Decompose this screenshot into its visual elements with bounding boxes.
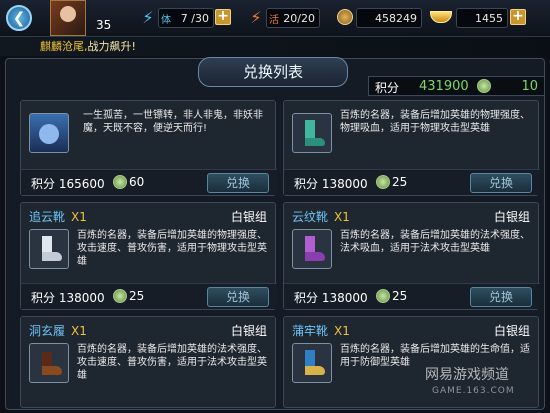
- item-group: 白银组: [230, 324, 267, 338]
- exchange-button[interactable]: 兑换: [470, 173, 532, 193]
- exchange-button[interactable]: 兑换: [207, 287, 269, 307]
- add-stamina-button[interactable]: +: [215, 9, 231, 25]
- green-boots-icon: [292, 113, 332, 153]
- exchange-card: 一生孤苦，一世镖转，非人非鬼，非妖非魔，天既不容，便逆天而行! 积分 16560…: [20, 100, 277, 196]
- lightning-stamina-icon: ⚡: [142, 7, 154, 27]
- energy-counter: 活 20/20: [266, 8, 320, 28]
- player-level: 35: [96, 18, 112, 32]
- blue-gold-boots-icon: [292, 343, 332, 383]
- add-ingots-button[interactable]: +: [510, 9, 526, 25]
- jade-value: 10: [521, 79, 538, 94]
- back-button[interactable]: ❮: [6, 5, 32, 31]
- jade-cost: 25: [392, 289, 408, 303]
- exchange-button[interactable]: 兑换: [470, 287, 532, 307]
- watermark-url: GAME.163.COM: [432, 386, 515, 396]
- cost-row: 积分 165600 60 兑换: [21, 169, 277, 195]
- exchange-card: 百炼的名器，装备后增加英雄的物理强度、物理吸血，适用于物理攻击型英雄 积分 13…: [283, 100, 540, 196]
- gold-ingot-icon: [428, 5, 454, 29]
- jade-icon: [477, 79, 491, 93]
- cost-label: 积分 138000: [294, 177, 368, 191]
- cost-row: 积分 138000 25 兑换: [284, 283, 540, 309]
- ingots-counter: 1455: [456, 8, 508, 28]
- stamina-counter: 体 7 /30: [158, 8, 214, 28]
- player-avatar[interactable]: [50, 0, 86, 36]
- lightning-energy-icon: ⚡: [250, 7, 262, 27]
- exchange-card: 云纹靴 X1 白银组 百炼的名器，装备后增加英雄的法术强度、法术吸血，适用于法术攻…: [283, 202, 540, 310]
- jade-icon: [113, 175, 127, 189]
- item-description: 百炼的名器，装备后增加英雄的法术强度、攻击速度、普攻伤害，适用于法术攻击型英雄: [77, 344, 267, 381]
- score-bar: 积分 431900 10: [368, 76, 545, 96]
- exchange-card: 洞玄履 X1 白银组 百炼的名器，装备后增加英雄的法术强度、攻击速度、普攻伤害，适…: [20, 316, 276, 408]
- cost-label: 积分 138000: [31, 291, 105, 305]
- exchange-button[interactable]: 兑换: [207, 173, 269, 193]
- coins-counter: 458249: [356, 8, 422, 28]
- blue-hair-hero-portrait: [29, 113, 69, 153]
- panel-title: 兑换列表: [198, 57, 348, 87]
- item-name: 蒲牢靴 X1: [292, 324, 350, 338]
- notice-bar: 麒麟沧尾,战力飙升!: [0, 37, 550, 56]
- item-description: 一生孤苦，一世镖转，非人非鬼，非妖非魔，天既不容，便逆天而行!: [83, 110, 263, 134]
- white-boots-icon: [29, 229, 69, 269]
- item-group: 白银组: [493, 210, 530, 224]
- jade-icon: [113, 289, 127, 303]
- item-name: 洞玄履 X1: [29, 324, 87, 338]
- item-description: 百炼的名器，装备后增加英雄的物理强度、物理吸血，适用于物理攻击型英雄: [340, 110, 530, 134]
- copper-coin-icon: [334, 5, 356, 29]
- item-name: 追云靴 X1: [29, 210, 87, 224]
- score-value: 431900: [419, 79, 469, 94]
- cost-row: 积分 138000 25 兑换: [284, 169, 540, 195]
- exchange-card: 追云靴 X1 白银组 百炼的名器，装备后增加英雄的物理强度、攻击速度、普攻伤害，适…: [20, 202, 277, 310]
- item-description: 百炼的名器，装备后增加英雄的法术强度、法术吸血，适用于法术攻击型英雄: [340, 230, 530, 254]
- cost-row: 积分 138000 25 兑换: [21, 283, 277, 309]
- back-arrow-icon: ❮: [12, 9, 26, 27]
- jade-icon: [376, 175, 390, 189]
- item-description: 百炼的名器，装备后增加英雄的物理强度、攻击速度、普攻伤害，适用于物理攻击型英雄: [77, 230, 267, 267]
- item-group: 白银组: [493, 324, 530, 338]
- cost-label: 积分 165600: [31, 177, 105, 191]
- jade-cost: 25: [392, 175, 408, 189]
- score-label: 积分: [375, 81, 400, 95]
- watermark-title: 网易游戏频道: [425, 367, 509, 383]
- cost-label: 积分 138000: [294, 291, 368, 305]
- item-name: 云纹靴 X1: [292, 210, 350, 224]
- item-group: 白银组: [230, 210, 267, 224]
- purple-boots-icon: [292, 229, 332, 269]
- jade-cost: 25: [129, 289, 145, 303]
- dark-shoes-icon: [29, 343, 69, 383]
- jade-cost: 60: [129, 175, 145, 189]
- jade-icon: [376, 289, 390, 303]
